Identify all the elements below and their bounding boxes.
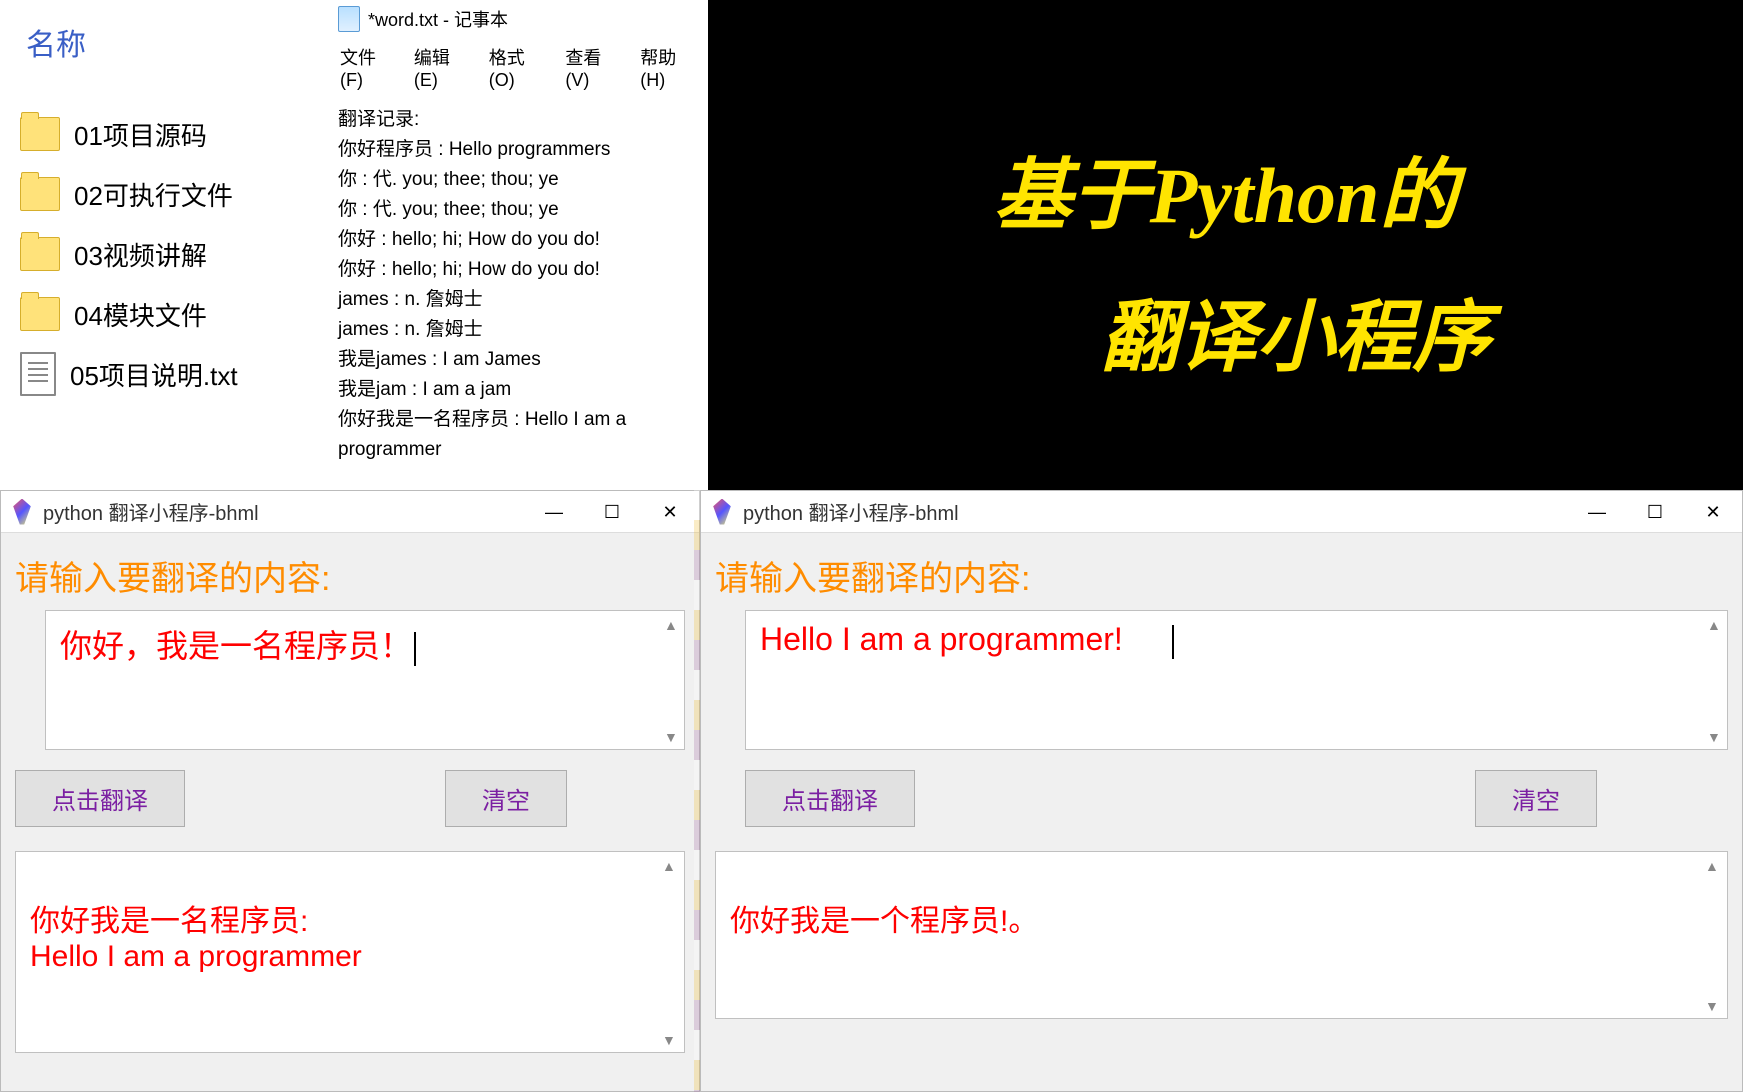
menu-edit[interactable]: 编辑(E) (414, 44, 469, 91)
column-header-name[interactable]: 名称 (20, 20, 308, 64)
notepad-window: *word.txt - 记事本 文件(F) 编辑(E) 格式(O) 查看(V) … (328, 0, 708, 490)
file-name: 01项目源码 (74, 116, 207, 153)
file-name: 05项目说明.txt (70, 356, 238, 393)
titlebar[interactable]: python 翻译小程序-bhml — ☐ ✕ (1, 491, 699, 533)
clear-button[interactable]: 清空 (445, 770, 567, 827)
txt-file-icon (20, 352, 56, 396)
output-textarea[interactable]: 你好我是一名程序员: Hello I am a programmer ▲ ▼ (15, 851, 685, 1053)
titlebar[interactable]: python 翻译小程序-bhml — ☐ ✕ (701, 491, 1742, 533)
folder-icon (20, 297, 60, 331)
close-button[interactable]: ✕ (641, 491, 699, 533)
banner-line-1: 基于Python的 (994, 133, 1458, 245)
scroll-down-icon[interactable]: ▼ (1707, 729, 1721, 743)
notepad-title: *word.txt - 记事本 (368, 6, 508, 32)
file-row[interactable]: 04模块文件 (20, 284, 308, 344)
translator-window-left: python 翻译小程序-bhml — ☐ ✕ 请输入要翻译的内容: 你好，我是… (0, 490, 700, 1092)
text-cursor (1172, 625, 1174, 659)
menu-help[interactable]: 帮助(H) (640, 44, 696, 91)
folder-icon (20, 177, 60, 211)
title-banner: 基于Python的 翻译小程序 (708, 0, 1743, 490)
maximize-button[interactable]: ☐ (1626, 491, 1684, 533)
notepad-titlebar[interactable]: *word.txt - 记事本 (328, 0, 708, 38)
file-row[interactable]: 05项目说明.txt (20, 344, 308, 404)
scroll-up-icon[interactable]: ▲ (664, 617, 678, 631)
file-name: 03视频讲解 (74, 236, 207, 273)
folder-icon (20, 237, 60, 271)
file-explorer: 名称 01项目源码 02可执行文件 03视频讲解 04模块文件 05项目说明.txt (0, 0, 328, 490)
notepad-textarea[interactable]: 翻译记录: 你好程序员 : Hello programmers 你 : 代. y… (328, 97, 708, 473)
input-prompt-label: 请输入要翻译的内容: (715, 551, 1728, 600)
scroll-down-icon[interactable]: ▼ (662, 1032, 676, 1046)
scroll-up-icon[interactable]: ▲ (1705, 858, 1719, 872)
banner-line-2: 翻译小程序 (960, 275, 1490, 387)
output-text: 你好我是一个程序员!。 (730, 905, 1038, 938)
output-text: 你好我是一名程序员: Hello I am a programmer (30, 905, 362, 973)
input-prompt-label: 请输入要翻译的内容: (15, 551, 685, 600)
translator-window-right: python 翻译小程序-bhml — ☐ ✕ 请输入要翻译的内容: Hello… (700, 490, 1743, 1092)
translate-button[interactable]: 点击翻译 (745, 770, 915, 827)
clear-button[interactable]: 清空 (1475, 770, 1597, 827)
file-name: 04模块文件 (74, 296, 207, 333)
tk-feather-icon (11, 499, 33, 525)
minimize-button[interactable]: — (525, 491, 583, 533)
window-title: python 翻译小程序-bhml (43, 497, 259, 526)
scroll-down-icon[interactable]: ▼ (1705, 998, 1719, 1012)
menu-view[interactable]: 查看(V) (565, 44, 620, 91)
menu-format[interactable]: 格式(O) (489, 44, 546, 91)
maximize-button[interactable]: ☐ (583, 491, 641, 533)
tk-feather-icon (711, 499, 733, 525)
menu-file[interactable]: 文件(F) (340, 44, 394, 91)
text-cursor (414, 632, 416, 666)
output-textarea[interactable]: 你好我是一个程序员!。 ▲ ▼ (715, 851, 1728, 1019)
notepad-menubar: 文件(F) 编辑(E) 格式(O) 查看(V) 帮助(H) (328, 38, 708, 97)
input-textarea[interactable]: 你好，我是一名程序员！ ▲ ▼ (45, 610, 685, 750)
input-text: 你好，我是一名程序员！ (60, 628, 412, 664)
minimize-button[interactable]: — (1568, 491, 1626, 533)
window-title: python 翻译小程序-bhml (743, 497, 959, 526)
close-button[interactable]: ✕ (1684, 491, 1742, 533)
scroll-down-icon[interactable]: ▼ (664, 729, 678, 743)
file-row[interactable]: 03视频讲解 (20, 224, 308, 284)
input-text: Hello I am a programmer! (760, 621, 1123, 657)
file-row[interactable]: 01项目源码 (20, 104, 308, 164)
notepad-icon (338, 6, 360, 32)
folder-icon (20, 117, 60, 151)
translate-button[interactable]: 点击翻译 (15, 770, 185, 827)
file-name: 02可执行文件 (74, 176, 233, 213)
input-textarea[interactable]: Hello I am a programmer! ▲ ▼ (745, 610, 1728, 750)
scroll-up-icon[interactable]: ▲ (1707, 617, 1721, 631)
file-row[interactable]: 02可执行文件 (20, 164, 308, 224)
scroll-up-icon[interactable]: ▲ (662, 858, 676, 872)
